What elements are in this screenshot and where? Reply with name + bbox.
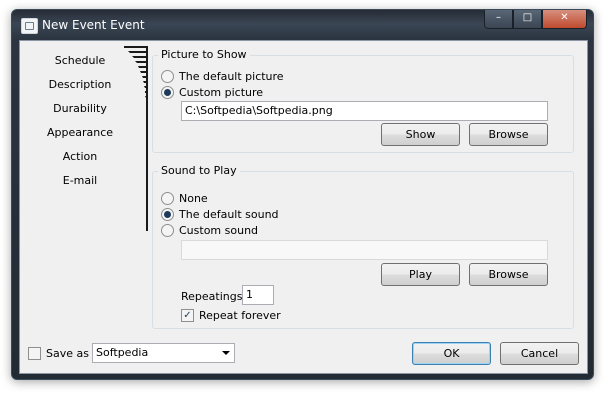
maximize-button[interactable]: □ bbox=[513, 10, 542, 29]
picture-group: Picture to Show The default picture Cust… bbox=[152, 48, 574, 153]
nav-item-description[interactable]: Description bbox=[30, 78, 130, 91]
window-title: New Event Event bbox=[42, 18, 145, 32]
nav-item-email[interactable]: E-mail bbox=[30, 174, 130, 187]
repeatings-input[interactable]: 1 bbox=[242, 285, 274, 305]
radio-default-sound[interactable]: The default sound bbox=[161, 208, 279, 221]
check-icon: ✓ bbox=[181, 309, 194, 322]
nav-item-durability[interactable]: Durability bbox=[30, 102, 130, 115]
nav-divider bbox=[146, 46, 148, 231]
radio-label: The default sound bbox=[179, 208, 279, 221]
radio-custom-picture[interactable]: Custom picture bbox=[161, 86, 263, 99]
title-bar[interactable]: New Event Event – □ ✕ bbox=[12, 10, 593, 38]
section-nav: Schedule Description Durability Appearan… bbox=[20, 41, 148, 231]
radio-label: Custom sound bbox=[179, 224, 259, 237]
sound-group-title: Sound to Play bbox=[158, 164, 240, 177]
radio-label: None bbox=[179, 192, 208, 205]
checkbox-label: Save as bbox=[46, 347, 89, 360]
sound-group: Sound to Play None The default sound Cus… bbox=[152, 164, 574, 329]
app-icon bbox=[21, 18, 38, 34]
radio-custom-sound[interactable]: Custom sound bbox=[161, 224, 258, 237]
nav-decoration bbox=[124, 46, 148, 103]
radio-indicator-selected bbox=[161, 86, 174, 99]
play-button[interactable]: Play bbox=[381, 263, 460, 286]
show-button[interactable]: Show bbox=[381, 123, 460, 146]
chevron-down-icon bbox=[222, 351, 230, 355]
cancel-button[interactable]: Cancel bbox=[500, 342, 579, 365]
picture-path-input[interactable]: C:\Softpedia\Softpedia.png bbox=[181, 101, 548, 121]
radio-indicator-selected bbox=[161, 208, 174, 221]
radio-no-sound[interactable]: None bbox=[161, 192, 208, 205]
dialog-window: New Event Event – □ ✕ Schedule Descripti… bbox=[11, 9, 594, 380]
radio-indicator bbox=[161, 224, 174, 237]
minimize-button[interactable]: – bbox=[484, 10, 513, 29]
repeat-forever-checkbox[interactable]: ✓ Repeat forever bbox=[181, 309, 281, 322]
nav-item-appearance[interactable]: Appearance bbox=[30, 126, 130, 139]
radio-label: Custom picture bbox=[179, 86, 264, 99]
dialog-client-area: Schedule Description Durability Appearan… bbox=[19, 40, 588, 374]
radio-label: The default picture bbox=[179, 70, 284, 83]
save-as-value: Softpedia bbox=[96, 346, 149, 359]
save-as-checkbox[interactable]: Save as bbox=[28, 347, 89, 360]
picture-browse-button[interactable]: Browse bbox=[469, 123, 548, 146]
save-as-dropdown[interactable]: Softpedia bbox=[92, 343, 235, 363]
sound-browse-button[interactable]: Browse bbox=[469, 263, 548, 286]
checkbox-indicator bbox=[28, 347, 41, 360]
radio-indicator bbox=[161, 192, 174, 205]
caption-buttons: – □ ✕ bbox=[484, 10, 587, 30]
nav-item-action[interactable]: Action bbox=[30, 150, 130, 163]
repeatings-label: Repeatings bbox=[181, 290, 243, 303]
picture-group-title: Picture to Show bbox=[158, 48, 250, 61]
nav-item-schedule[interactable]: Schedule bbox=[30, 54, 130, 67]
ok-button[interactable]: OK bbox=[412, 342, 491, 365]
close-button[interactable]: ✕ bbox=[542, 10, 587, 29]
checkbox-label: Repeat forever bbox=[199, 309, 281, 322]
sound-path-input[interactable] bbox=[181, 240, 548, 260]
radio-indicator bbox=[161, 70, 174, 83]
radio-default-picture[interactable]: The default picture bbox=[161, 70, 284, 83]
